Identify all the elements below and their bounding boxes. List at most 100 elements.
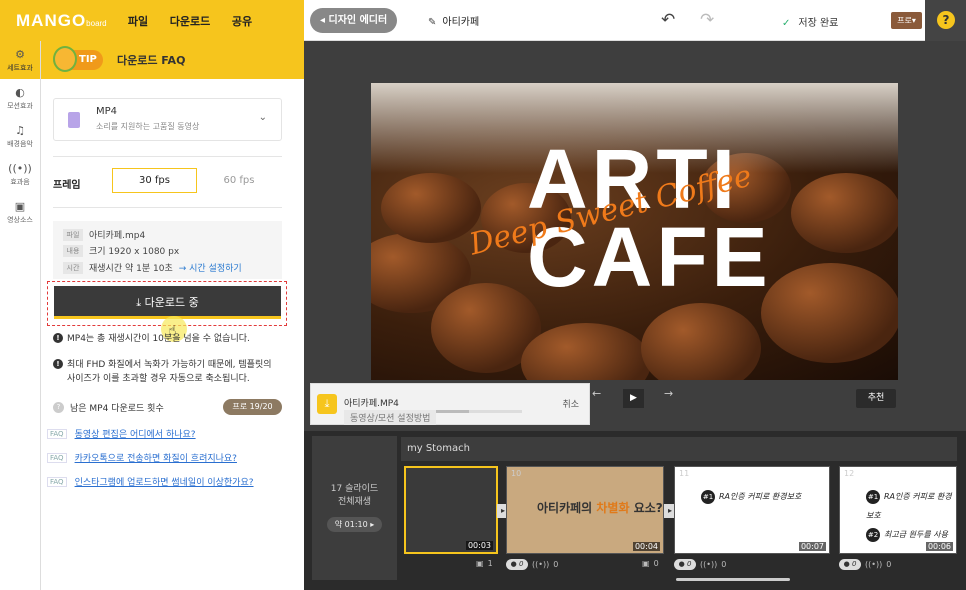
motion-icon: ◐ bbox=[15, 86, 25, 99]
menu-download[interactable]: 다운로드 bbox=[164, 13, 216, 29]
bullet-2: #2 bbox=[866, 528, 880, 542]
download-panel: TIP 다운로드 FAQ MP4 소리를 지원하는 고품질 동영상 ⌄ 프레임 … bbox=[41, 41, 304, 590]
check-icon: ✓ bbox=[782, 18, 791, 29]
slide-thumb[interactable]: 12 #1 RA인증 커피로 환경보호 #2 최고급 원두를 사용 00:06 bbox=[839, 466, 957, 554]
play-all-box[interactable]: 17 슬라이드전체재생 약 01:10 ▸ bbox=[312, 436, 397, 580]
sidebar-item-set-effect[interactable]: ⚙ 세트효과 bbox=[0, 41, 40, 79]
save-status: ✓ 저장 완료 bbox=[782, 14, 838, 29]
thumb-num: 10 bbox=[511, 469, 522, 478]
duration-badge: 약 01:10 ▸ bbox=[327, 517, 382, 532]
thumb-controls: ● 0 ((•)) 0 bbox=[674, 559, 726, 570]
info-time-row: 시간 재생시간 약 1분 10초 → 시간 설정하기 bbox=[63, 261, 242, 274]
info-tag: 시간 bbox=[63, 261, 83, 274]
plan-select[interactable]: 프로▾ bbox=[891, 12, 922, 29]
note-duration: ! MP4는 총 재생시간이 10분을 넘을 수 없습니다. bbox=[53, 332, 281, 346]
count: 0 bbox=[553, 560, 559, 569]
slide-thumb[interactable]: 10 아티카페의 차별화 요소? 00:04 bbox=[506, 466, 664, 554]
editor-toolbar: ◂ 디자인 에디터 ✎ 아티카페 ↶ ↷ ✓ 저장 완료 프로▾ ? bbox=[304, 0, 966, 41]
recommend-button[interactable]: 추천 bbox=[856, 389, 896, 408]
faq-link[interactable]: 인스타그램에 업로드하면 썸네일이 이상한가요? bbox=[75, 475, 254, 488]
faq-link[interactable]: 카카오톡으로 전송하면 화질이 흐려지나요? bbox=[75, 451, 237, 464]
remaining-badge: 프로 19/20 bbox=[223, 399, 282, 415]
motion-help-hint[interactable]: 동영상/모션 설정방법 bbox=[344, 410, 437, 425]
info-value: 크기 1920 x 1080 px bbox=[89, 247, 180, 257]
thumb-time: 00:06 bbox=[925, 542, 953, 551]
format-select[interactable]: MP4 소리를 지원하는 고품질 동영상 ⌄ bbox=[53, 98, 282, 141]
thumb-time: 00:03 bbox=[465, 541, 493, 550]
sidebar-label: 영상소스 bbox=[7, 216, 33, 224]
top-bar: MANGOboard 파일 다운로드 공유 bbox=[0, 0, 304, 41]
sidebar-item-video-source[interactable]: ▣ 영상소스 bbox=[0, 193, 40, 231]
help-icon: ? bbox=[937, 11, 955, 29]
sidebar-item-bgm[interactable]: ♫ 배경음악 bbox=[0, 117, 40, 155]
menu-share[interactable]: 공유 bbox=[216, 13, 268, 29]
faq-item[interactable]: FAQ 카카오톡으로 전송하면 화질이 흐려지나요? bbox=[47, 451, 237, 464]
fps-option-30[interactable]: 30 fps bbox=[112, 168, 197, 193]
motion-toggle[interactable]: ● 0 bbox=[674, 559, 696, 570]
pencil-icon: ✎ bbox=[428, 17, 437, 28]
undo-icon[interactable]: ↶ bbox=[661, 10, 675, 30]
slide-preview[interactable]: ARTI CAFE Deep Sweet Coffee bbox=[371, 83, 898, 380]
design-editor-button[interactable]: ◂ 디자인 에디터 bbox=[310, 8, 398, 33]
download-icon: ⤓ bbox=[317, 394, 337, 414]
play-button[interactable]: ▶ bbox=[623, 389, 644, 408]
menu-file[interactable]: 파일 bbox=[112, 13, 164, 29]
list-item: RA인증 커피로 환경보호 bbox=[719, 492, 802, 501]
info-tag: 내용 bbox=[63, 244, 83, 257]
help-button[interactable]: ? bbox=[925, 0, 966, 41]
sound-icon: ((•)) bbox=[700, 560, 718, 569]
left-sidebar: ⚙ 세트효과 ◐ 모션효과 ♫ 배경음악 ((•)) 효과음 ▣ 영상소스 bbox=[0, 41, 41, 590]
redo-icon[interactable]: ↷ bbox=[700, 10, 714, 30]
fps-option-60[interactable]: 60 fps bbox=[211, 168, 267, 193]
count: 1 bbox=[487, 559, 493, 568]
sidebar-item-motion[interactable]: ◐ 모션효과 bbox=[0, 79, 40, 117]
tip-text: TIP bbox=[79, 54, 97, 65]
toast-cancel[interactable]: 취소 bbox=[562, 397, 579, 410]
faq-item[interactable]: FAQ 인스타그램에 업로드하면 썸네일이 이상한가요? bbox=[47, 475, 254, 488]
sidebar-label: 효과음 bbox=[10, 178, 30, 186]
info-file-row: 파일 아티카페.mp4 bbox=[63, 228, 145, 241]
thumb-list: #1 RA인증 커피로 환경보호 bbox=[701, 487, 801, 506]
note-resolution: ! 최대 FHD 화질에서 녹화가 가능하기 때문에, 템플릿의 사이즈가 이를 … bbox=[53, 358, 281, 386]
remaining-label: 남은 MP4 다운로드 횟수 bbox=[70, 403, 164, 414]
info-tag: 파일 bbox=[63, 228, 83, 241]
count: 0 bbox=[518, 560, 524, 568]
coffee-bean bbox=[381, 173, 481, 243]
sound-icon: ((•)) bbox=[8, 162, 32, 175]
music-track[interactable]: my Stomach bbox=[401, 437, 957, 461]
faq-link[interactable]: 동영상 편집은 어디에서 하나요? bbox=[75, 427, 196, 440]
save-status-text: 저장 완료 bbox=[798, 18, 839, 29]
download-button[interactable]: ⤓ 다운로드 중 bbox=[54, 286, 281, 319]
slide-thumb[interactable]: 00:03 bbox=[404, 466, 498, 554]
thumb-controls: ▣ 1 bbox=[476, 559, 493, 568]
project-name[interactable]: ✎ 아티카페 bbox=[428, 13, 479, 28]
chevron-down-icon: ⌄ bbox=[258, 112, 267, 123]
caption-highlight: 차별화 bbox=[596, 501, 630, 515]
mango-logo[interactable]: MANGOboard bbox=[16, 11, 112, 31]
thumb-num: 12 bbox=[844, 469, 855, 478]
music-icon: ♫ bbox=[15, 124, 25, 137]
faq-item[interactable]: FAQ 동영상 편집은 어디에서 하나요? bbox=[47, 427, 196, 440]
toast-filename: 아티카페.MP4 bbox=[344, 399, 399, 409]
file-info: 파일 아티카페.mp4 내용 크기 1920 x 1080 px 시간 재생시간 약 … bbox=[53, 221, 282, 279]
timeline-scrollbar[interactable] bbox=[676, 578, 790, 581]
bullet-1: #1 bbox=[866, 490, 880, 504]
thumb-num: 11 bbox=[679, 469, 690, 478]
faq-tag: FAQ bbox=[47, 428, 67, 439]
total-slides-text: 17 슬라이드 bbox=[330, 484, 379, 494]
play-all-text: 전체재생 bbox=[337, 497, 372, 507]
slide-thumb[interactable]: 11 #1 RA인증 커피로 환경보호 00:07 bbox=[674, 466, 830, 554]
info-icon: ! bbox=[53, 333, 63, 343]
note-text: 최대 FHD 화질에서 녹화가 가능하기 때문에, 템플릿의 사이즈가 이를 초… bbox=[67, 360, 272, 384]
panel-title: 다운로드 FAQ bbox=[117, 54, 186, 67]
prev-icon[interactable]: ← bbox=[592, 387, 601, 400]
next-icon[interactable]: → bbox=[664, 387, 673, 400]
sidebar-item-sound[interactable]: ((•)) 효과음 bbox=[0, 155, 40, 193]
motion-toggle[interactable]: ● 0 bbox=[506, 559, 528, 570]
motion-toggle[interactable]: ● 0 bbox=[839, 559, 861, 570]
count: 0 bbox=[886, 560, 892, 569]
video-icon: ▣ bbox=[476, 559, 484, 568]
faq-tag: FAQ bbox=[47, 476, 67, 487]
time-setting-link[interactable]: → 시간 설정하기 bbox=[179, 261, 242, 274]
caption-part: 요소? bbox=[629, 501, 663, 515]
